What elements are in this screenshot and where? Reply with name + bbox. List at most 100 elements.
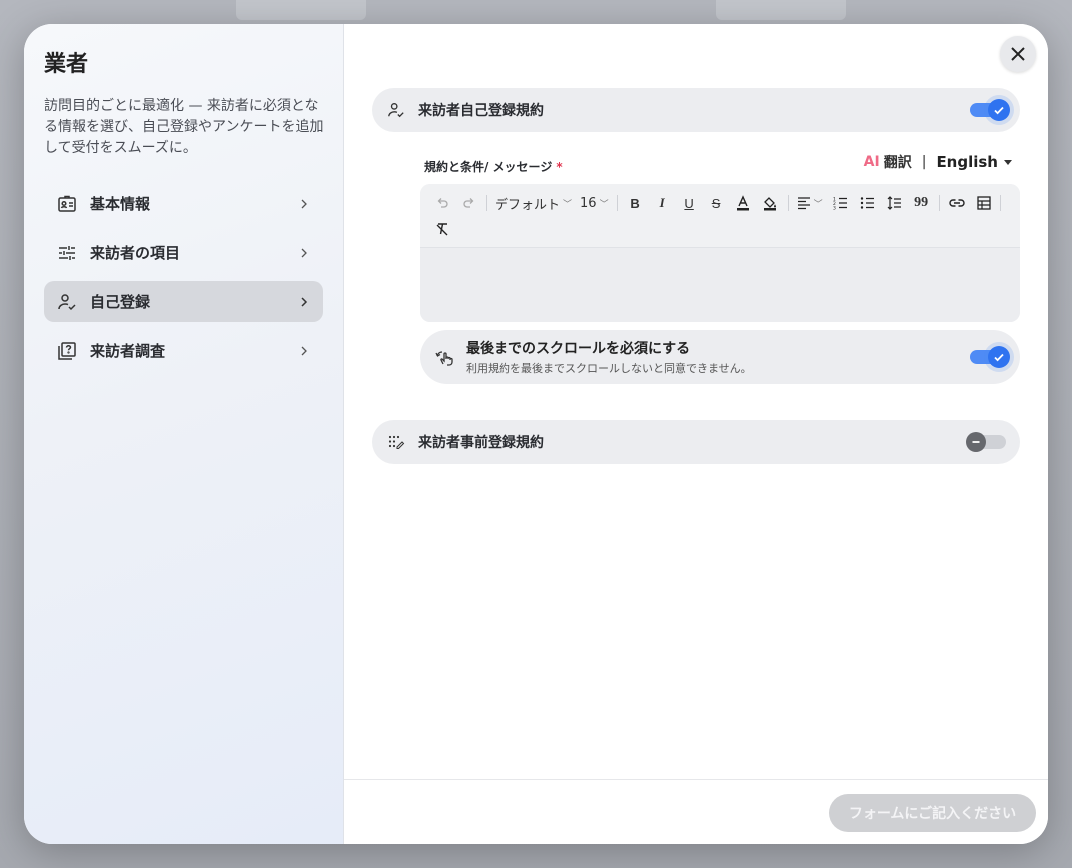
bullet-list-icon — [860, 197, 874, 209]
pre-registration-toggle[interactable] — [966, 432, 1006, 452]
bullet-list-button[interactable] — [854, 190, 881, 216]
modal-title: 業者 — [44, 52, 89, 77]
link-button[interactable] — [944, 190, 971, 216]
text-color-icon — [737, 195, 750, 211]
terms-field-label-text: 規約と条件/ メッセージ — [424, 160, 553, 174]
bold-icon: B — [630, 195, 640, 211]
chevron-down-icon: ﹀ — [563, 199, 573, 210]
chevron-right-icon — [297, 246, 311, 260]
redo-icon — [462, 198, 473, 208]
link-icon — [949, 199, 965, 207]
terms-field-label: 規約と条件/ メッセージ * — [424, 158, 563, 175]
clear-format-button[interactable] — [428, 216, 455, 242]
separator: | — [921, 154, 927, 170]
nav-label: 来訪者の項目 — [90, 244, 181, 262]
highlight-color-button[interactable] — [757, 190, 784, 216]
toolbar-divider — [787, 195, 789, 211]
modal-description: 訪問目的ごとに最適化 — 来訪者に必須となる情報を選び、自己登録やアンケートを追… — [44, 98, 324, 156]
close-button[interactable] — [1000, 36, 1036, 72]
require-scroll-row: 最後までのスクロールを必須にする 利用規約を最後までスクロールしないと同意できま… — [420, 330, 1020, 384]
toolbar-divider — [999, 195, 1001, 211]
ordered-list-button[interactable]: 123 — [827, 190, 854, 216]
blockquote-button[interactable]: 99 — [908, 190, 935, 216]
font-family-value: デフォルト — [495, 197, 561, 213]
scroll-gesture-icon — [434, 346, 456, 368]
language-dropdown[interactable]: English — [936, 153, 998, 171]
settings-modal: 業者 訪問目的ごとに最適化 — 来訪者に必須となる情報を選び、自己登録やアンケー… — [24, 24, 1048, 844]
italic-icon: I — [659, 195, 665, 210]
nav-label: 自己登録 — [90, 293, 151, 311]
required-mark: * — [556, 160, 563, 174]
backdrop-tab — [236, 0, 366, 20]
editor-content-area[interactable] — [420, 248, 1020, 322]
modal-footer: フォームにご記入ください — [344, 779, 1048, 844]
terms-editor: デフォルト ﹀ 16 ﹀ B I U S ﹀ 123 99 — [420, 184, 1020, 322]
require-scroll-title: 最後までのスクロールを必須にする — [466, 341, 691, 357]
ai-translate-button[interactable]: 翻訳 — [884, 152, 912, 172]
line-height-button[interactable] — [881, 190, 908, 216]
language-selector: AI 翻訳 | English — [864, 152, 1012, 172]
toolbar-divider — [938, 195, 940, 211]
check-icon — [988, 346, 1010, 368]
font-size-value: 16 — [580, 195, 597, 211]
table-button[interactable] — [971, 190, 998, 216]
chevron-right-icon — [297, 295, 311, 309]
backdrop-tab — [716, 0, 846, 20]
user-check-icon — [56, 291, 78, 313]
chevron-right-icon — [297, 344, 311, 358]
chevron-down-icon: ﹀ — [813, 199, 823, 210]
sliders-icon — [56, 242, 78, 264]
underline-icon: U — [684, 195, 694, 211]
nav-label: 来訪者調査 — [90, 342, 166, 360]
ai-badge: AI — [863, 154, 880, 170]
pre-registration-row: 来訪者事前登録規約 — [372, 420, 1020, 464]
submit-button[interactable]: フォームにご記入ください — [829, 794, 1036, 832]
minus-icon — [966, 432, 986, 452]
self-registration-toggle[interactable] — [970, 99, 1010, 121]
side-nav: 基本情報 来訪者の項目 自己登録 来訪者調査 — [44, 183, 323, 371]
require-scroll-description: 利用規約を最後までスクロールしないと同意できません。 — [466, 362, 752, 375]
self-registration-row: 来訪者自己登録規約 — [372, 88, 1020, 132]
ordered-list-icon: 123 — [833, 197, 847, 211]
font-family-select[interactable]: デフォルト ﹀ — [491, 190, 576, 216]
pre-registration-label: 来訪者事前登録規約 — [418, 435, 544, 451]
text-color-button[interactable] — [730, 190, 757, 216]
font-size-select[interactable]: 16 ﹀ — [576, 190, 613, 216]
italic-button[interactable]: I — [649, 190, 676, 216]
right-pane: 来訪者自己登録規約 規約と条件/ メッセージ* AI 翻訳 | English — [344, 24, 1048, 844]
chevron-down-icon: ﹀ — [599, 199, 609, 210]
survey-icon — [56, 340, 78, 362]
editor-toolbar: デフォルト ﹀ 16 ﹀ B I U S ﹀ 123 99 — [420, 184, 1020, 248]
nav-item-visitor-survey[interactable]: 来訪者調査 — [44, 330, 323, 371]
toolbar-divider — [616, 195, 618, 211]
close-icon — [1011, 47, 1025, 61]
paint-bucket-icon — [764, 197, 777, 211]
nav-item-self-registration[interactable]: 自己登録 — [44, 281, 323, 322]
undo-icon — [437, 198, 448, 208]
redo-button[interactable] — [455, 190, 482, 216]
left-pane: 業者 訪問目的ごとに最適化 — 来訪者に必須となる情報を選び、自己登録やアンケー… — [24, 24, 344, 844]
nav-item-basic-info[interactable]: 基本情報 — [44, 183, 323, 224]
undo-button[interactable] — [428, 190, 455, 216]
self-registration-label: 来訪者自己登録規約 — [418, 103, 544, 119]
nav-item-visitor-fields[interactable]: 来訪者の項目 — [44, 232, 323, 273]
user-check-icon — [386, 100, 406, 120]
align-select[interactable]: ﹀ — [793, 190, 827, 216]
require-scroll-toggle[interactable] — [970, 346, 1010, 368]
check-icon — [988, 99, 1010, 121]
underline-button[interactable]: U — [676, 190, 703, 216]
quote-icon: 99 — [914, 195, 929, 210]
chevron-right-icon — [297, 197, 311, 211]
bold-button[interactable]: B — [622, 190, 649, 216]
strikethrough-button[interactable]: S — [703, 190, 730, 216]
svg-text:3: 3 — [833, 206, 836, 211]
dotted-edit-icon — [386, 432, 406, 452]
caret-down-icon[interactable] — [1004, 154, 1012, 170]
id-card-icon — [56, 193, 78, 215]
nav-label: 基本情報 — [90, 195, 151, 213]
strikethrough-icon: S — [711, 195, 721, 211]
require-scroll-text: 最後までのスクロールを必須にする 利用規約を最後までスクロールしないと同意できま… — [466, 338, 752, 376]
clear-format-icon — [436, 223, 447, 236]
toolbar-divider — [486, 195, 487, 211]
table-icon — [977, 196, 991, 210]
